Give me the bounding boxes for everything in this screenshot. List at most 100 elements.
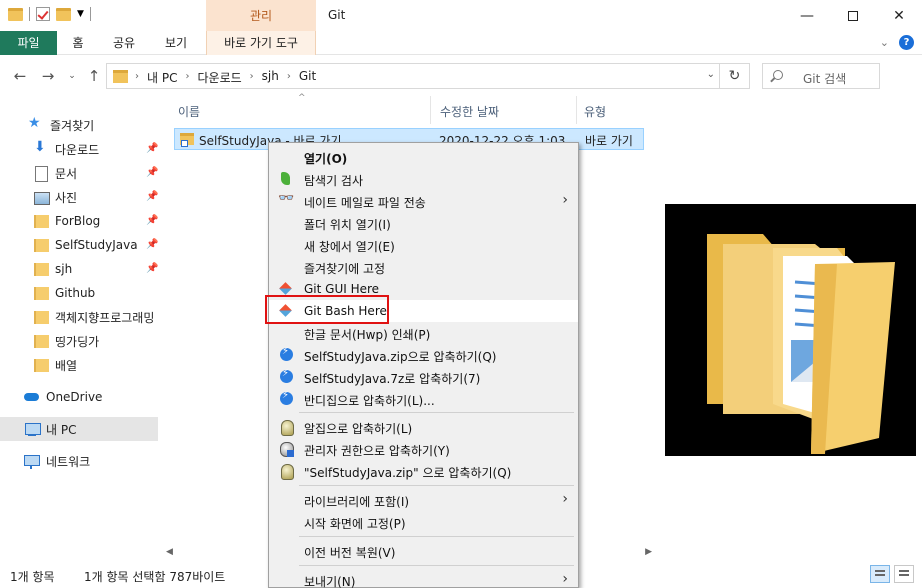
shortcut-icon <box>180 133 194 147</box>
maximize-button[interactable] <box>830 0 876 31</box>
search-icon <box>773 70 783 80</box>
menu-divider <box>299 412 574 413</box>
sidebar-item-github[interactable]: Github <box>0 281 158 305</box>
menu-item-hwp-print[interactable]: 한글 문서(Hwp) 인쇄(P) <box>269 322 578 344</box>
details-view-button[interactable] <box>870 565 890 583</box>
sidebar-item-oop[interactable]: 객체지향프로그래밍 <box>0 305 158 329</box>
sidebar-item-documents[interactable]: 문서 📌 <box>0 161 158 185</box>
column-divider[interactable] <box>576 96 577 124</box>
tab-file[interactable]: 파일 <box>0 31 57 55</box>
ribbon-expand-icon[interactable]: ⌄ <box>880 36 889 49</box>
tab-shortcut-tools[interactable]: 바로 가기 도구 <box>206 31 316 55</box>
toolbar-divider <box>89 7 91 21</box>
properties-icon[interactable] <box>36 7 50 21</box>
alzip-icon <box>278 419 294 436</box>
menu-item-label: SelfStudyJava.zip으로 압축하기(Q) <box>304 350 497 364</box>
tab-share[interactable]: 공유 <box>106 31 142 55</box>
navigation-bar: ← → ⌄ ↑ › 내 PC › 다운로드 › sjh › Git ⌄ ↻ Gi… <box>0 60 922 92</box>
chevron-right-icon[interactable]: › <box>185 69 189 86</box>
sidebar-item-array[interactable]: 배열 <box>0 353 158 377</box>
breadcrumb-git[interactable]: Git <box>299 69 316 86</box>
chevron-right-icon[interactable]: › <box>287 69 291 86</box>
sidebar-item-label: 객체지향프로그래밍 <box>55 310 155 325</box>
address-bar[interactable]: › 내 PC › 다운로드 › sjh › Git ⌄ ↻ <box>106 63 750 89</box>
breadcrumb-downloads[interactable]: 다운로드 <box>197 69 241 86</box>
navigation-pane: 즐겨찾기 다운로드 📌 문서 📌 사진 📌 ForBlog 📌 SelfStud… <box>0 113 158 563</box>
menu-item-restore-previous[interactable]: 이전 버전 복원(V) <box>269 540 578 562</box>
folder-icon <box>33 285 49 301</box>
refresh-button[interactable]: ↻ <box>719 64 749 88</box>
menu-item-compress-7z[interactable]: SelfStudyJava.7z로 압축하기(7) <box>269 366 578 388</box>
menu-item-compress-admin[interactable]: 관리자 권한으로 압축하기(Y) <box>269 438 578 460</box>
menu-item-pin-start[interactable]: 시작 화면에 고정(P) <box>269 511 578 533</box>
menu-item-label: 라이브러리에 포함(I) <box>304 495 410 509</box>
menu-item-compress-named-zip[interactable]: "SelfStudyJava.zip" 으로 압축하기(Q) <box>269 460 578 482</box>
sidebar-item-label: 다운로드 <box>55 142 100 157</box>
menu-item-open-folder-location[interactable]: 폴더 위치 열기(I) <box>269 212 578 234</box>
up-button[interactable]: ↑ <box>84 66 104 86</box>
tab-home[interactable]: 홈 <box>64 31 92 55</box>
sidebar-item-onedrive[interactable]: OneDrive <box>0 385 158 409</box>
menu-item-compress-bandizip[interactable]: 반디집으로 압축하기(L)... <box>269 388 578 410</box>
pin-icon: 📌 <box>146 143 159 154</box>
bandizip-icon <box>278 346 294 363</box>
menu-item-nate-mail[interactable]: 네이트 메일로 파일 전송 › <box>269 190 578 212</box>
menu-item-explorer-scan[interactable]: 탐색기 검사 <box>269 168 578 190</box>
column-headers: ^ 이름 수정한 날짜 유형 <box>168 93 658 124</box>
file-type: 바로 가기 <box>585 134 633 148</box>
sidebar-item-selfstudyjava[interactable]: SelfStudyJava 📌 <box>0 233 158 257</box>
menu-item-open-new-window[interactable]: 새 창에서 열기(E) <box>269 234 578 256</box>
window-title: Git <box>328 8 346 22</box>
sidebar-item-ddinggadingga[interactable]: 띵가딩가 <box>0 329 158 353</box>
sidebar-item-label: 내 PC <box>46 422 77 437</box>
folder-icon <box>33 213 49 229</box>
customize-toolbar-dropdown-icon[interactable]: ▼ <box>77 9 84 19</box>
menu-item-include-library[interactable]: 라이브러리에 포함(I) › <box>269 489 578 511</box>
scroll-right-icon[interactable]: ▶ <box>645 547 652 557</box>
help-icon[interactable]: ? <box>899 35 914 50</box>
column-modified[interactable]: 수정한 날짜 <box>440 103 499 120</box>
scroll-left-icon[interactable]: ◀ <box>166 547 173 557</box>
address-dropdown-icon[interactable]: ⌄ <box>707 69 715 80</box>
column-type[interactable]: 유형 <box>584 103 606 120</box>
sidebar-item-forblog[interactable]: ForBlog 📌 <box>0 209 158 233</box>
sidebar-item-network[interactable]: 네트워크 <box>0 449 158 473</box>
back-button[interactable]: ← <box>10 66 30 86</box>
chevron-right-icon[interactable]: › <box>250 69 254 86</box>
minimize-button[interactable]: — <box>784 0 830 31</box>
menu-item-compress-alzip[interactable]: 알집으로 압축하기(L) <box>269 416 578 438</box>
menu-item-pin-quick-access[interactable]: 즐겨찾기에 고정 <box>269 256 578 278</box>
menu-item-label: 시작 화면에 고정(P) <box>304 517 406 531</box>
refresh-icon: ↻ <box>728 68 741 84</box>
breadcrumb-sjh[interactable]: sjh <box>262 69 279 86</box>
view-switcher <box>870 565 914 583</box>
search-box[interactable]: Git 검색 <box>762 63 880 89</box>
pin-icon: 📌 <box>146 215 159 226</box>
up-arrow-icon: ↑ <box>87 67 101 85</box>
menu-item-send-to[interactable]: 보내기(N) › <box>269 569 578 588</box>
new-folder-icon[interactable] <box>56 7 71 21</box>
large-icons-view-button[interactable] <box>894 565 914 583</box>
column-divider[interactable] <box>430 96 431 124</box>
menu-item-compress-zip[interactable]: SelfStudyJava.zip으로 압축하기(Q) <box>269 344 578 366</box>
breadcrumb-my-pc[interactable]: 내 PC <box>147 69 177 86</box>
column-name[interactable]: 이름 <box>178 103 200 120</box>
toolbar-divider <box>29 7 30 21</box>
menu-item-open[interactable]: 열기(O) <box>269 146 578 168</box>
sidebar-item-downloads[interactable]: 다운로드 📌 <box>0 137 158 161</box>
sidebar-item-my-pc[interactable]: 내 PC <box>0 417 158 441</box>
sidebar-item-label: 띵가딩가 <box>55 334 100 349</box>
folder-icon <box>33 237 49 253</box>
pictures-icon <box>33 189 50 205</box>
ribbon-controls: ⌄ ? <box>880 35 914 50</box>
sort-ascending-icon: ^ <box>298 93 306 103</box>
recent-locations-button[interactable]: ⌄ <box>62 66 82 86</box>
tab-view[interactable]: 보기 <box>158 31 194 55</box>
minimize-icon: — <box>800 7 814 24</box>
forward-button[interactable]: → <box>38 66 58 86</box>
close-button[interactable]: ✕ <box>876 0 922 31</box>
sidebar-item-pictures[interactable]: 사진 📌 <box>0 185 158 209</box>
sidebar-item-sjh[interactable]: sjh 📌 <box>0 257 158 281</box>
sidebar-item-label: Github <box>55 286 96 300</box>
sidebar-item-favorites[interactable]: 즐겨찾기 <box>0 113 158 137</box>
